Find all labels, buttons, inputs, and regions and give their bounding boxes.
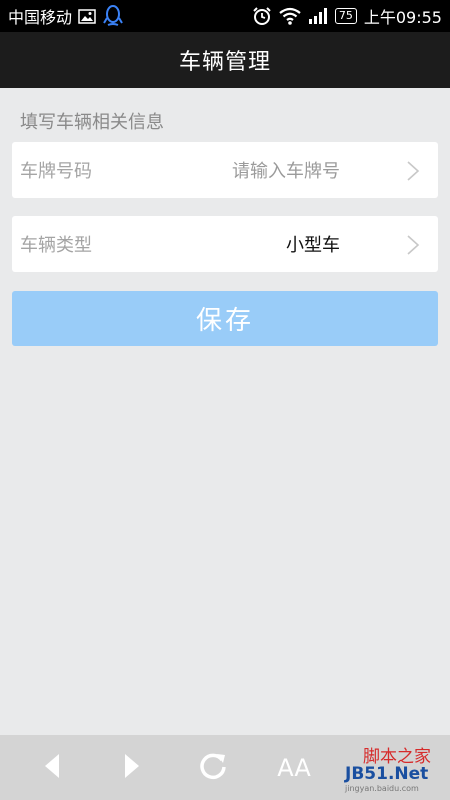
status-bar: 中国移动 75 上午09:55 <box>0 0 450 32</box>
refresh-button[interactable] <box>195 753 231 783</box>
save-button[interactable]: 保存 <box>12 291 438 346</box>
carrier-name: 中国移动 <box>8 8 73 27</box>
alarm-icon <box>252 6 272 26</box>
wifi-icon <box>279 7 301 25</box>
back-arrow-icon <box>43 753 61 783</box>
refresh-icon <box>198 751 228 785</box>
back-button[interactable] <box>34 753 70 783</box>
status-right: 75 上午09:55 <box>252 0 442 32</box>
qq-icon <box>102 4 124 28</box>
vehicle-type-row[interactable]: 车辆类型 小型车 <box>12 216 438 272</box>
watermark-small: jingyan.baidu.com <box>345 784 419 793</box>
plate-number-label: 车牌号码 <box>20 161 92 182</box>
chevron-right-icon <box>406 234 420 260</box>
plate-number-input[interactable]: 请输入车牌号 <box>232 157 340 183</box>
page-title: 车辆管理 <box>178 50 271 75</box>
plate-number-row[interactable]: 车牌号码 请输入车牌号 <box>12 142 438 198</box>
font-size-button[interactable]: AA <box>276 753 312 783</box>
status-time: 上午09:55 <box>363 8 442 27</box>
forward-button[interactable] <box>114 753 150 783</box>
battery-indicator: 75 <box>334 8 357 24</box>
chevron-right-icon <box>406 160 420 186</box>
forward-arrow-icon <box>123 753 141 783</box>
section-heading: 填写车辆相关信息 <box>20 112 164 133</box>
watermark-bottom: JB51.Net <box>345 764 429 784</box>
vehicle-type-value[interactable]: 小型车 <box>286 231 340 257</box>
status-left: 中国移动 <box>8 0 124 32</box>
app-header: 车辆管理 <box>0 32 450 88</box>
vehicle-type-label: 车辆类型 <box>20 235 92 256</box>
signal-icon <box>308 8 328 24</box>
image-icon <box>78 8 96 24</box>
site-watermark: 脚本之家 JB51.Net jingyan.baidu.com <box>345 742 445 793</box>
